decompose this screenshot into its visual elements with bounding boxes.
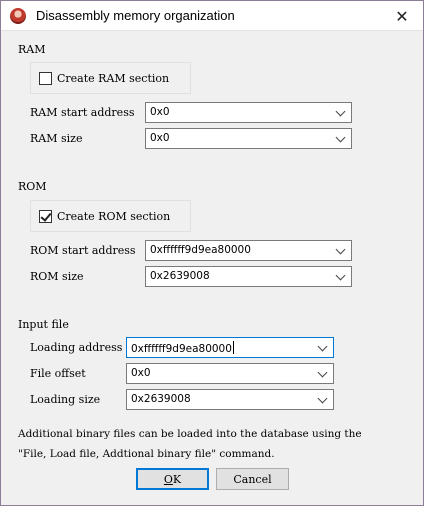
chevron-down-icon[interactable] [335,270,346,281]
chevron-down-icon[interactable] [335,132,346,143]
ram-start-address-value: 0x0 [150,106,170,118]
dialog-window: Disassembly memory organization ✕ RAM Cr… [0,0,424,506]
loading-address-combo[interactable]: 0xffffff9d9ea80000 [126,337,334,358]
ram-start-address-label: RAM start address [30,106,135,119]
create-rom-label[interactable]: Create ROM section [57,210,170,223]
loading-address-label: Loading address [30,341,123,354]
loading-size-value: 0x2639008 [131,393,191,405]
file-offset-combo[interactable]: 0x0 [126,363,334,384]
rom-start-address-value: 0xffffff9d9ea80000 [150,244,251,256]
note-line-2: "File, Load file, Addtional binary file"… [18,448,275,460]
chevron-down-icon[interactable] [335,244,346,255]
create-ram-group: Create RAM section [30,62,191,94]
create-ram-checkbox[interactable] [39,72,52,85]
rom-start-address-label: ROM start address [30,244,136,257]
window-title: Disassembly memory organization [36,8,235,23]
rom-size-label: ROM size [30,270,84,283]
create-ram-label[interactable]: Create RAM section [57,72,169,85]
ram-size-label: RAM size [30,132,83,145]
chevron-down-icon[interactable] [317,341,328,352]
loading-size-combo[interactable]: 0x2639008 [126,389,334,410]
title-bar[interactable]: Disassembly memory organization ✕ [1,1,423,31]
ram-size-value: 0x0 [150,132,170,144]
rom-size-combo[interactable]: 0x2639008 [145,266,352,287]
rom-section-label: ROM [18,180,47,193]
create-rom-checkbox[interactable] [39,210,52,223]
cancel-button[interactable]: Cancel [216,468,289,490]
ram-size-combo[interactable]: 0x0 [145,128,352,149]
input-file-section-label: Input file [18,318,69,331]
chevron-down-icon[interactable] [317,367,328,378]
chevron-down-icon[interactable] [317,393,328,404]
ram-start-address-combo[interactable]: 0x0 [145,102,352,123]
file-offset-label: File offset [30,367,86,380]
app-icon [10,8,26,24]
loading-size-label: Loading size [30,393,101,406]
create-rom-group: Create ROM section [30,200,191,232]
ram-section-label: RAM [18,43,46,56]
rom-size-value: 0x2639008 [150,270,210,282]
ok-button[interactable]: OK [136,468,209,490]
close-icon[interactable]: ✕ [381,1,423,31]
note-line-1: Additional binary files can be loaded in… [18,428,362,440]
loading-address-value: 0xffffff9d9ea80000 [131,341,234,355]
file-offset-value: 0x0 [131,367,151,379]
chevron-down-icon[interactable] [335,106,346,117]
rom-start-address-combo[interactable]: 0xffffff9d9ea80000 [145,240,352,261]
